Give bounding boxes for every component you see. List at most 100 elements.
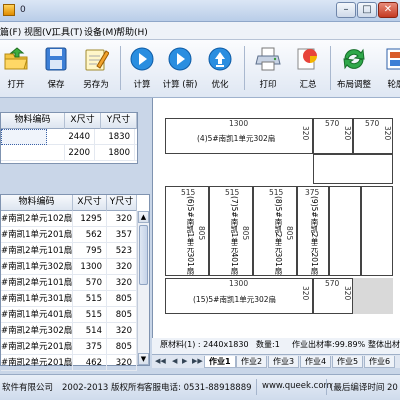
outline-button[interactable]: 轮廓 bbox=[378, 44, 400, 94]
table-row[interactable]: #南凯2单元201扇 462 320 bbox=[1, 355, 137, 371]
optimize-icon bbox=[208, 47, 232, 71]
stock-y-cell[interactable]: 1830 bbox=[101, 129, 135, 145]
table-row[interactable]: #南凯1单元401扇 515 805 bbox=[1, 307, 137, 323]
table-row[interactable]: #南凯1单元201扇 562 357 bbox=[1, 227, 137, 243]
layout-adjust-button[interactable]: 布局调整 bbox=[336, 44, 372, 94]
table-row[interactable]: 2440 1830 bbox=[1, 129, 137, 145]
layout-piece[interactable] bbox=[329, 186, 361, 276]
stock-y-cell[interactable]: 1800 bbox=[101, 145, 135, 161]
part-y-cell[interactable]: 357 bbox=[107, 227, 137, 243]
piece-width-label: 1300 bbox=[229, 279, 249, 288]
stock-x-cell[interactable]: 2440 bbox=[65, 129, 95, 145]
part-x-cell[interactable]: 562 bbox=[73, 227, 107, 243]
optimize-button[interactable]: 优化 bbox=[202, 44, 238, 94]
layout-canvas[interactable]: 1300 (4)5#南凯1单元302扇 320 570 320 570 320 … bbox=[152, 98, 400, 338]
sheet-tab[interactable]: 作业6 bbox=[364, 356, 396, 368]
part-x-cell[interactable]: 462 bbox=[73, 355, 107, 371]
table-row[interactable]: 2200 1800 bbox=[1, 145, 137, 161]
part-y-cell[interactable]: 523 bbox=[107, 243, 137, 259]
table-row[interactable]: #南凯2单元102扇 1295 320 bbox=[1, 211, 137, 227]
part-y-cell[interactable]: 320 bbox=[107, 275, 137, 291]
menu-help[interactable]: 帮助(H) bbox=[116, 25, 148, 38]
column-header-x[interactable]: X尺寸 bbox=[65, 113, 101, 129]
status-company: 软件有限公司 bbox=[2, 383, 54, 393]
last-tab-arrow-icon[interactable]: ▶▶ bbox=[192, 357, 203, 365]
menu-device[interactable]: 设备(M) bbox=[84, 25, 117, 38]
summary-button[interactable]: 汇总 bbox=[290, 44, 326, 94]
column-header-code[interactable]: 物料编码 bbox=[1, 113, 65, 129]
sheet-tab[interactable]: 作业2 bbox=[236, 356, 268, 368]
part-x-cell[interactable]: 375 bbox=[73, 339, 107, 355]
part-x-cell[interactable]: 1300 bbox=[73, 259, 107, 275]
part-x-cell[interactable]: 1295 bbox=[73, 211, 107, 227]
status-website[interactable]: www.queek.com bbox=[262, 381, 332, 391]
column-header-y[interactable]: Y尺寸 bbox=[107, 195, 137, 211]
part-y-cell[interactable]: 805 bbox=[107, 307, 137, 323]
part-y-cell[interactable]: 805 bbox=[107, 339, 137, 355]
layout-info-bar: 原材料(1) : 2440x1830 数量:1 作业出材率:99.89% 整体出… bbox=[152, 338, 400, 354]
part-code-cell[interactable]: #南凯1单元302扇 bbox=[1, 259, 73, 275]
print-button[interactable]: 打印 bbox=[250, 44, 286, 94]
part-y-cell[interactable]: 320 bbox=[107, 323, 137, 339]
first-tab-arrow-icon[interactable]: ◀◀ bbox=[155, 357, 166, 365]
close-button[interactable]: ✕ bbox=[378, 2, 398, 18]
layout-piece[interactable] bbox=[361, 186, 393, 276]
table-row[interactable]: #南凯2单元101扇 795 523 bbox=[1, 243, 137, 259]
material-info: 原材料(1) : 2440x1830 bbox=[160, 340, 249, 349]
panel-divider bbox=[0, 166, 150, 194]
part-x-cell[interactable]: 570 bbox=[73, 275, 107, 291]
part-code-cell[interactable]: #南凯1单元301扇 bbox=[1, 291, 73, 307]
column-header-code[interactable]: 物料编码 bbox=[1, 195, 73, 211]
stock-x-cell[interactable]: 2200 bbox=[65, 145, 95, 161]
minimize-button[interactable]: – bbox=[336, 2, 356, 18]
sheet-tab[interactable]: 作业3 bbox=[268, 356, 300, 368]
table-row[interactable]: #南凯2单元302扇 514 320 bbox=[1, 323, 137, 339]
part-code-cell[interactable]: #南凯2单元101扇 bbox=[1, 275, 73, 291]
menu-tools[interactable]: 工具(T) bbox=[52, 25, 83, 38]
part-y-cell[interactable]: 320 bbox=[107, 355, 137, 371]
part-code-cell[interactable]: #南凯2单元101扇 bbox=[1, 243, 73, 259]
parts-scrollbar[interactable]: ▲ ▼ bbox=[137, 211, 149, 365]
part-x-cell[interactable]: 795 bbox=[73, 243, 107, 259]
part-y-cell[interactable]: 320 bbox=[107, 259, 137, 275]
compute-button[interactable]: 计算 bbox=[124, 44, 160, 94]
table-row[interactable]: #南凯2单元101扇 570 320 bbox=[1, 275, 137, 291]
part-code-cell[interactable]: #南凯1单元401扇 bbox=[1, 307, 73, 323]
maximize-button[interactable]: □ bbox=[357, 2, 377, 18]
scroll-thumb[interactable] bbox=[139, 225, 148, 285]
piece-height-label: 320 bbox=[383, 126, 392, 141]
table-row[interactable]: #南凯2单元201扇 375 805 bbox=[1, 339, 137, 355]
stock-code-cell[interactable] bbox=[1, 145, 65, 161]
save-as-button[interactable]: 另存为 bbox=[78, 44, 114, 94]
part-code-cell[interactable]: #南凯2单元201扇 bbox=[1, 355, 73, 371]
part-code-cell[interactable]: #南凯1单元201扇 bbox=[1, 227, 73, 243]
table-row[interactable]: #南凯1单元301扇 515 805 bbox=[1, 291, 137, 307]
prev-tab-arrow-icon[interactable]: ◀ bbox=[172, 357, 177, 365]
part-x-cell[interactable]: 515 bbox=[73, 307, 107, 323]
part-code-cell[interactable]: #南凯2单元302扇 bbox=[1, 323, 73, 339]
piece-width-label: 1300 bbox=[229, 119, 249, 128]
scroll-up-arrow-icon[interactable]: ▲ bbox=[138, 211, 149, 223]
part-x-cell[interactable]: 515 bbox=[73, 291, 107, 307]
menu-file[interactable]: 篇(F) bbox=[0, 25, 21, 38]
part-code-cell[interactable]: #南凯2单元201扇 bbox=[1, 339, 73, 355]
sheet-tab[interactable]: 作业1 bbox=[204, 356, 236, 368]
column-header-y[interactable]: Y尺寸 bbox=[101, 113, 137, 129]
open-button[interactable]: 打开 bbox=[0, 44, 34, 94]
part-x-cell[interactable]: 514 bbox=[73, 323, 107, 339]
save-button[interactable]: 保存 bbox=[38, 44, 74, 94]
part-code-cell[interactable]: #南凯2单元102扇 bbox=[1, 211, 73, 227]
menu-view[interactable]: 视图(V) bbox=[24, 25, 55, 38]
sheet-tab[interactable]: 作业4 bbox=[300, 356, 332, 368]
column-header-x[interactable]: X尺寸 bbox=[73, 195, 107, 211]
sheet-tab-bar: ◀◀ ◀ ▶ ▶▶ 作业1 作业2 作业3 作业4 作业5 作业6 bbox=[152, 354, 400, 368]
next-tab-arrow-icon[interactable]: ▶ bbox=[182, 357, 187, 365]
stock-code-cell[interactable] bbox=[1, 129, 47, 145]
table-row[interactable]: #南凯1单元302扇 1300 320 bbox=[1, 259, 137, 275]
compute-new-button[interactable]: 计算 (新) bbox=[162, 44, 198, 94]
layout-piece[interactable] bbox=[313, 154, 393, 184]
part-y-cell[interactable]: 320 bbox=[107, 211, 137, 227]
sheet-tab[interactable]: 作业5 bbox=[332, 356, 364, 368]
part-y-cell[interactable]: 805 bbox=[107, 291, 137, 307]
scroll-down-arrow-icon[interactable]: ▼ bbox=[138, 353, 149, 365]
